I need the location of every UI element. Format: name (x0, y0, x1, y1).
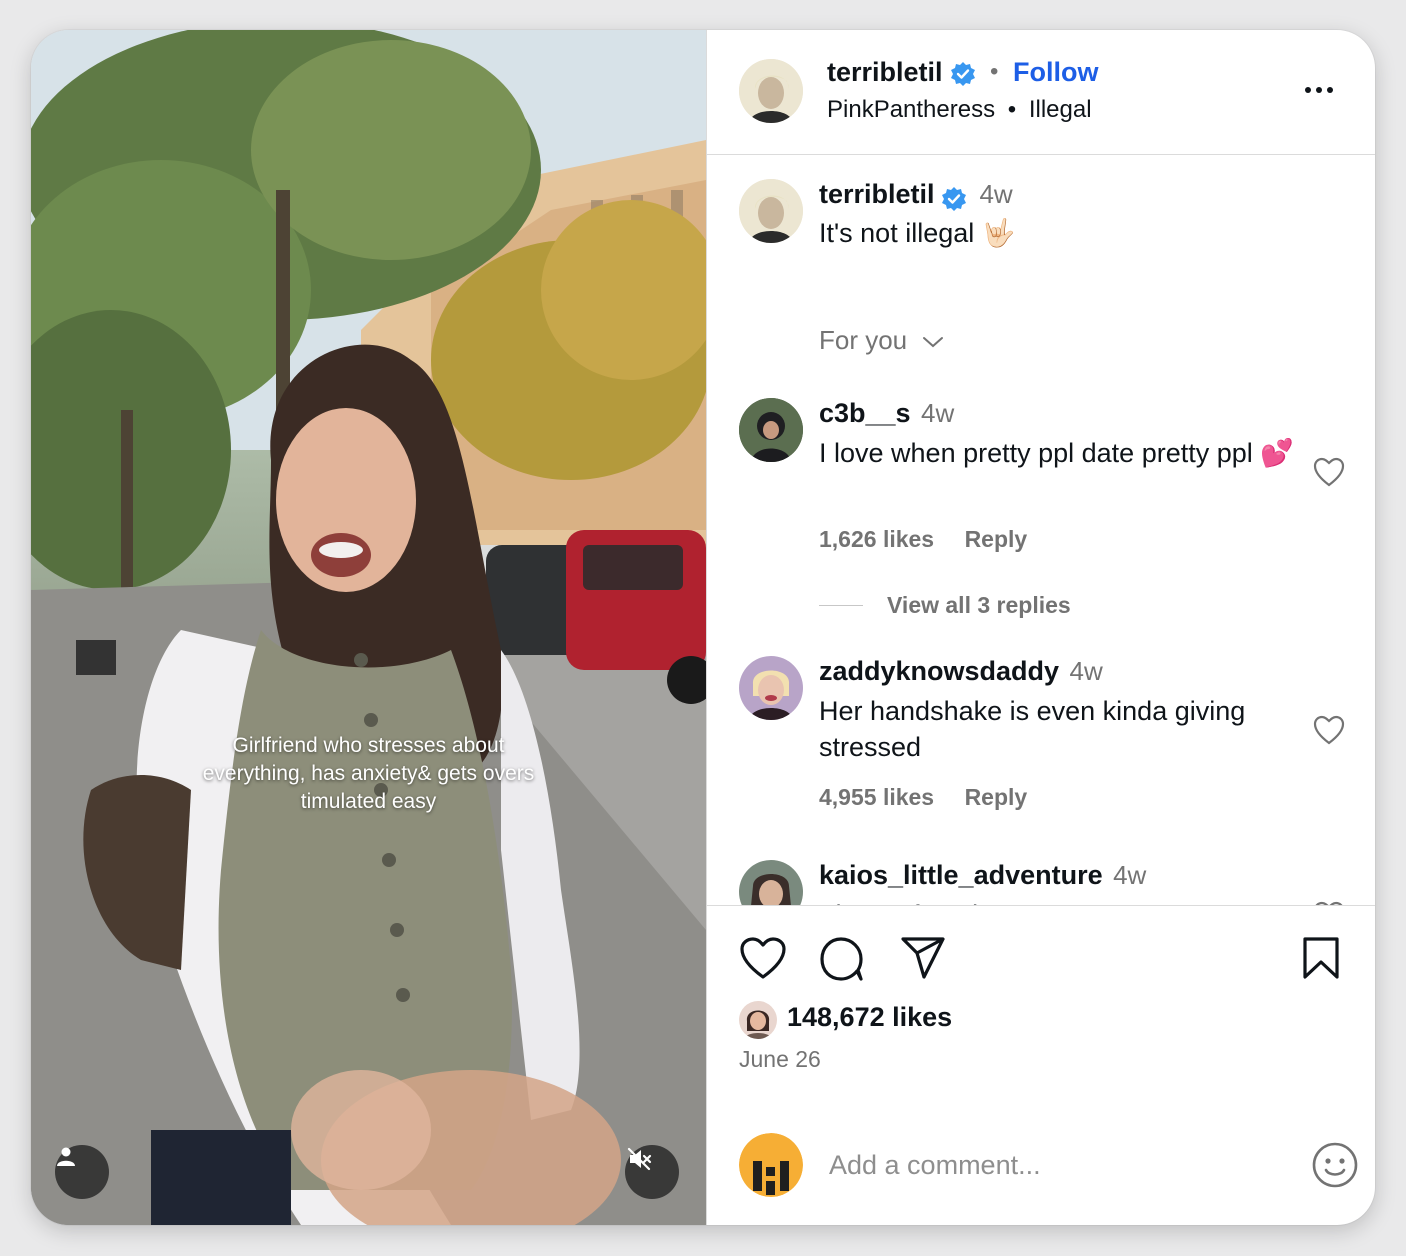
commenter-avatar[interactable] (739, 398, 803, 462)
comment-text: Her handshake is even kinda giving stres… (819, 696, 1246, 762)
bookmark-icon[interactable] (1301, 936, 1341, 980)
comment-likes[interactable]: 4,955 likes (819, 784, 934, 810)
comment-username[interactable]: zaddyknowsdaddy (819, 656, 1059, 686)
caption-time[interactable]: 4w (979, 179, 1012, 209)
liker-avatar-image (739, 1001, 777, 1039)
post-header: terribletil • Follow PinkPantheress • Il… (707, 30, 1375, 155)
post-dialog: Girlfriend who stresses about everything… (31, 30, 1375, 1225)
author-username[interactable]: terribletil (827, 57, 976, 88)
commenter-avatar[interactable] (739, 656, 803, 720)
post-video[interactable]: Girlfriend who stresses about everything… (31, 30, 706, 1225)
add-comment-input[interactable] (829, 1150, 1249, 1181)
post-details-panel: terribletil • Follow PinkPantheress • Il… (707, 30, 1375, 1225)
heart-icon[interactable] (1313, 715, 1345, 745)
audio-link[interactable]: PinkPantheress • Illegal (827, 96, 1092, 124)
more-dot (1316, 87, 1322, 93)
comment-time[interactable]: 4w (1070, 656, 1103, 686)
caption-text: It's not illegal 🤟🏻 (819, 218, 1016, 248)
caption-avatar-image (739, 179, 803, 243)
commenter-avatar[interactable] (739, 860, 803, 905)
chevron-down-icon (923, 337, 944, 348)
audio-artist[interactable]: PinkPantheress (827, 96, 995, 123)
reply-button[interactable]: Reply (965, 526, 1028, 552)
comment-likes[interactable]: 1,626 likes (819, 526, 934, 552)
current-user-avatar (739, 1133, 803, 1197)
author-avatar-image (739, 59, 803, 123)
author-username-text[interactable]: terribletil (827, 57, 943, 87)
comment-icon[interactable] (819, 936, 865, 982)
heart-icon[interactable] (1313, 457, 1345, 487)
post-likes-count[interactable]: 148,672 likes (787, 1002, 952, 1033)
comment-time[interactable]: 4w (1113, 860, 1146, 890)
post-actions-section: 148,672 likes June 26 (707, 905, 1375, 1225)
caption-author-avatar[interactable] (739, 179, 803, 243)
comment-filter-dropdown[interactable]: For you (819, 325, 944, 356)
comment-filter-label[interactable]: For you (819, 325, 907, 355)
more-dot (1305, 87, 1311, 93)
comment-text: I love when pretty ppl date pretty ppl 💕 (819, 438, 1294, 468)
follow-button[interactable]: Follow (1013, 57, 1098, 88)
more-dot (1327, 87, 1333, 93)
more-options-icon[interactable] (1305, 78, 1339, 102)
caption-header: terribletil 4w (819, 179, 1013, 212)
share-icon[interactable] (900, 936, 946, 980)
commenter-avatar-image (739, 398, 803, 462)
comment-meta: 1,626 likes Reply (819, 526, 1027, 553)
liker-avatar[interactable] (739, 1001, 777, 1039)
user-tag-icon (57, 1147, 75, 1166)
comment-header: kaios_little_adventure 4w (819, 860, 1146, 891)
comment-username[interactable]: kaios_little_adventure (819, 860, 1103, 890)
heart-icon[interactable] (739, 936, 787, 980)
view-replies-button[interactable]: View all 3 replies (819, 592, 1071, 619)
current-user-avatar-image (739, 1133, 803, 1197)
mute-toggle-button[interactable] (625, 1145, 679, 1199)
comment-header: zaddyknowsdaddy 4w (819, 656, 1103, 687)
commenter-avatar-image (739, 860, 803, 905)
audio-separator: • (1007, 96, 1017, 123)
commenter-avatar-image (739, 656, 803, 720)
comment-username[interactable]: c3b__s (819, 398, 911, 428)
verified-icon (941, 186, 966, 211)
audio-track[interactable]: Illegal (1029, 96, 1092, 123)
comment-time[interactable]: 4w (921, 398, 954, 428)
mute-icon (627, 1147, 652, 1171)
emoji-icon[interactable] (1311, 1141, 1359, 1189)
comment-meta: 4,955 likes Reply (819, 784, 1027, 811)
view-replies-label[interactable]: View all 3 replies (887, 592, 1071, 619)
comment-header: c3b__s 4w (819, 398, 954, 429)
author-avatar[interactable] (739, 59, 803, 123)
video-frame-illustration (31, 30, 706, 1225)
header-separator: • (990, 58, 999, 85)
reply-button[interactable]: Reply (965, 784, 1028, 810)
replies-line (819, 605, 863, 606)
comment-text: The perfect duo (819, 897, 1309, 905)
verified-icon (951, 61, 976, 86)
post-date[interactable]: June 26 (739, 1046, 821, 1073)
video-text-overlay: Girlfriend who stresses about everything… (202, 734, 535, 813)
tagged-users-button[interactable] (55, 1145, 109, 1199)
caption-username[interactable]: terribletil (819, 179, 935, 209)
comments-list[interactable]: terribletil 4w It's not illegal 🤟🏻 For y… (707, 155, 1375, 905)
